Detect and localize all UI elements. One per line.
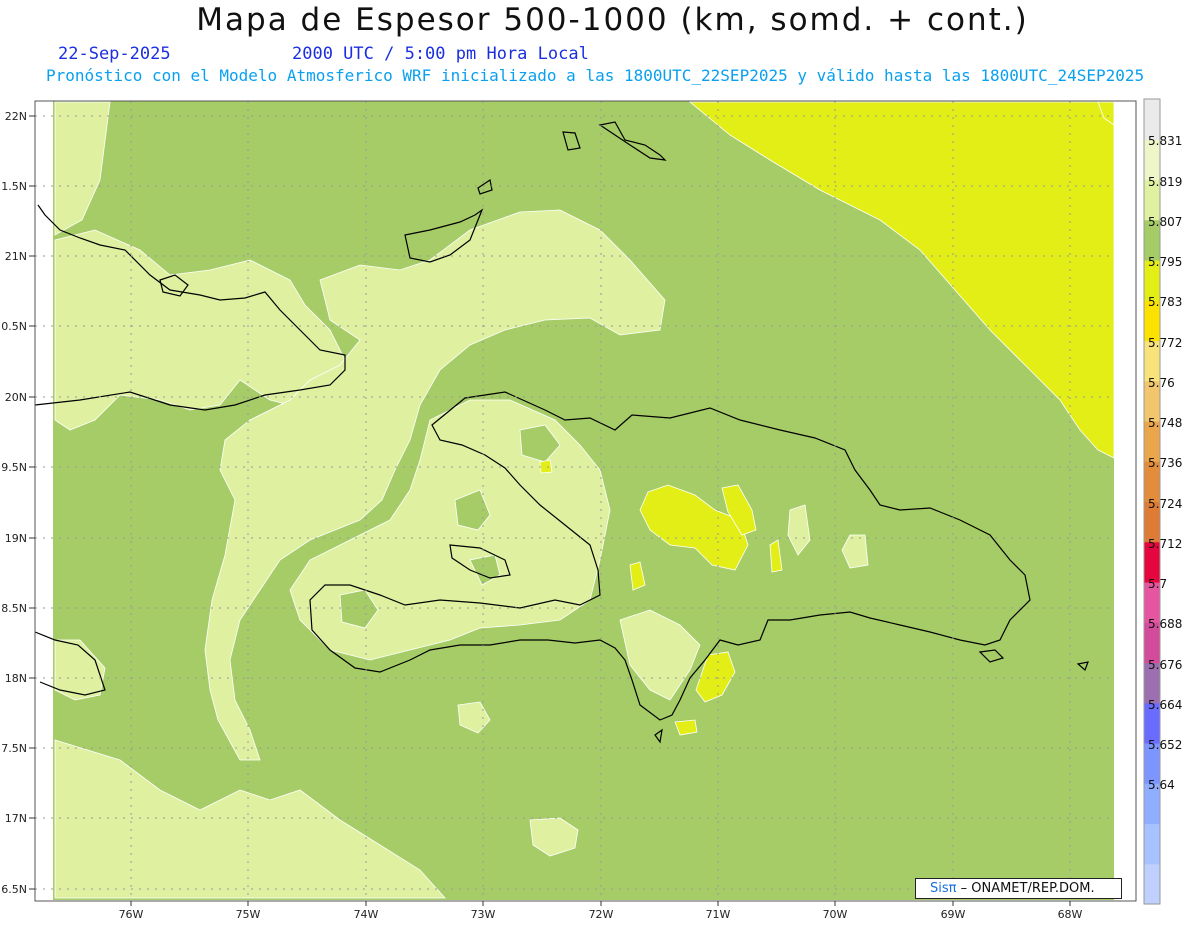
colorbar-label: 5.7 [1148,577,1168,591]
lon-label: 73W [471,908,496,921]
colorbar-label: 5.724 [1148,496,1183,511]
colorbar-label: 5.676 [1148,657,1183,672]
lat-label: 7.5N [1,742,27,755]
lon-label: 74W [354,908,379,921]
colorbar-label: 5.795 [1148,255,1183,269]
lon-label: 69W [941,908,966,921]
lon-label: 68W [1058,908,1083,921]
colorbar-label: 5.831 [1148,134,1183,149]
lat-label: 1.5N [1,180,27,193]
sis-logo: Sisπ [930,881,957,896]
colorbar-label: 5.76 [1148,375,1175,390]
lon-label: 70W [823,908,848,921]
lat-label: 21N [5,250,27,263]
thickness-map: 22N 1.5N 21N 0.5N 20N 9.5N 19N 8.5N 18N … [1,98,1161,921]
lon-label: 71W [706,908,731,921]
colorbar-label: 5.664 [1148,697,1183,712]
lat-label: 6.5N [1,883,27,896]
lat-label: 20N [5,391,27,404]
colorbar-swatch [1144,863,1160,905]
lon-label: 75W [236,908,261,921]
colorbar-label: 5.712 [1148,536,1183,551]
lat-label: 22N [5,110,27,123]
colorbar-label: 5.772 [1148,335,1183,350]
credit-text: – ONAMET/REP.DOM. [960,881,1095,896]
lat-label: 17N [5,812,27,825]
lon-label: 76W [119,908,144,921]
colorbar-label: 5.736 [1148,456,1183,471]
colorbar-label: 5.652 [1148,738,1183,752]
colorbar-label: 5.748 [1148,416,1183,430]
colorbar-label: 5.807 [1148,214,1183,229]
lat-label: 8.5N [1,602,27,615]
lon-label: 72W [589,908,614,921]
colorbar-label: 5.819 [1148,174,1183,189]
credit-box: Sisπ – ONAMET/REP.DOM. [915,878,1122,899]
colorbar-label: 5.688 [1148,617,1183,632]
colorbar-swatch [1144,823,1160,865]
lat-label: 9.5N [1,461,27,474]
colorbar-label: 5.783 [1148,295,1183,310]
colorbar-label: 5.64 [1148,778,1175,793]
lat-label: 19N [5,532,27,545]
lat-label: 0.5N [1,320,27,333]
lat-label: 18N [5,672,27,685]
